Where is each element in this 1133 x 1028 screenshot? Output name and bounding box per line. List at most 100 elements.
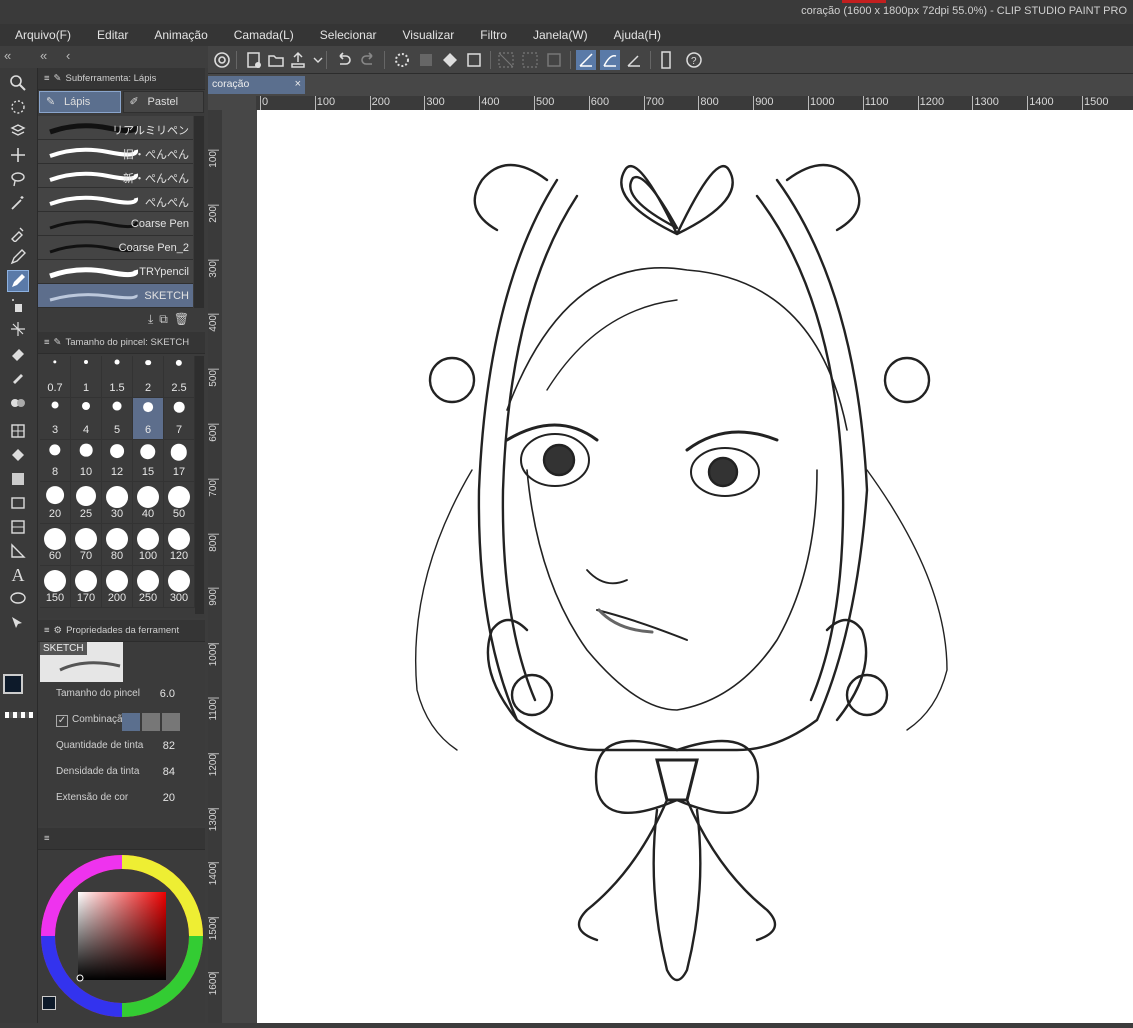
brush-item[interactable]: TRYpencil: [38, 260, 193, 284]
brush-size-option[interactable]: 6: [133, 398, 164, 440]
operation-tool-icon[interactable]: [7, 96, 29, 118]
blend-property[interactable]: ✓ Combinação: [38, 712, 205, 738]
blend-mode-icon[interactable]: [122, 713, 140, 731]
brush-size-option[interactable]: 7: [164, 398, 195, 440]
layer-move-icon[interactable]: [7, 120, 29, 142]
rectangle-icon[interactable]: [7, 492, 29, 514]
snap-ruler-icon[interactable]: [576, 50, 596, 70]
blend-mode-icon[interactable]: [162, 713, 180, 731]
brush-size-option[interactable]: 3: [40, 398, 71, 440]
menu-filtro[interactable]: Filtro: [465, 28, 518, 42]
fill-icon[interactable]: [440, 50, 460, 70]
menu-icon[interactable]: ≡: [44, 73, 50, 84]
text-tool-icon[interactable]: A: [7, 564, 29, 586]
decoration-icon[interactable]: [7, 318, 29, 340]
help-icon[interactable]: ?: [684, 50, 704, 70]
chevron-down-icon[interactable]: [308, 50, 323, 70]
device-icon[interactable]: [656, 50, 676, 70]
menu-icon[interactable]: ≡: [44, 833, 50, 844]
pen-tool-icon[interactable]: [7, 246, 29, 268]
brush-size-option[interactable]: 25: [71, 482, 102, 524]
brush-size-option[interactable]: 60: [40, 524, 71, 566]
close-icon[interactable]: ×: [295, 78, 301, 90]
brush-size-option[interactable]: 20: [40, 482, 71, 524]
menu-camada[interactable]: Camada(L): [219, 28, 305, 42]
menu-visualizar[interactable]: Visualizar: [387, 28, 465, 42]
blend-checkbox[interactable]: ✓: [56, 715, 68, 727]
selection-border-icon[interactable]: [544, 50, 564, 70]
brush-size-option[interactable]: 8: [40, 440, 71, 482]
brush-size-option[interactable]: 2: [133, 356, 164, 398]
brush-size-option[interactable]: 15: [133, 440, 164, 482]
balloon-icon[interactable]: [7, 588, 29, 610]
brush-item-active[interactable]: SKETCH: [38, 284, 193, 308]
brush-size-option[interactable]: 80: [102, 524, 133, 566]
blend-icon[interactable]: [7, 366, 29, 388]
brush-size-option[interactable]: 250: [133, 566, 164, 608]
brush-item[interactable]: Coarse Pen: [38, 212, 193, 236]
zoom-tool-icon[interactable]: [7, 72, 29, 94]
brush-size-option[interactable]: 12: [102, 440, 133, 482]
tab-lapis[interactable]: ✎ Lápis: [39, 91, 121, 113]
transparent-swatch[interactable]: [5, 712, 33, 718]
collapse-left-icon[interactable]: «: [4, 48, 11, 63]
brush-size-option[interactable]: 1.5: [102, 356, 133, 398]
blend-mode-icon[interactable]: [142, 713, 160, 731]
size-scrollbar[interactable]: [195, 356, 204, 614]
brush-size-option[interactable]: 100: [133, 524, 164, 566]
menu-icon[interactable]: ≡: [44, 625, 50, 636]
menu-animacao[interactable]: Animação: [139, 28, 218, 42]
menu-ajuda[interactable]: Ajuda(H): [599, 28, 672, 42]
invert-selection-icon[interactable]: [520, 50, 540, 70]
color-wheel[interactable]: [38, 850, 205, 1022]
brush-size-option[interactable]: 200: [102, 566, 133, 608]
figure-tool-icon[interactable]: [7, 420, 29, 442]
brush-size-option[interactable]: 170: [71, 566, 102, 608]
brush-size-option[interactable]: 2.5: [164, 356, 195, 398]
brush-item[interactable]: リアルミリペン: [38, 116, 193, 140]
main-color-swatch[interactable]: [42, 996, 56, 1010]
open-folder-icon[interactable]: [266, 50, 286, 70]
main-color-swatch[interactable]: [3, 674, 23, 694]
brush-size-option[interactable]: 300: [164, 566, 195, 608]
transform-icon[interactable]: [464, 50, 484, 70]
ink-density-property[interactable]: Densidade da tinta 84: [38, 764, 205, 790]
menu-icon[interactable]: ≡: [44, 337, 50, 348]
brush-item[interactable]: 新・ぺんぺん: [38, 164, 193, 188]
brush-size-option[interactable]: 0.7: [40, 356, 71, 398]
ruler-icon[interactable]: [7, 540, 29, 562]
brush-size-option[interactable]: 4: [71, 398, 102, 440]
tab-pastel[interactable]: ✐ Pastel: [122, 91, 204, 113]
pencil-tool-icon[interactable]: [7, 270, 29, 292]
export-icon[interactable]: [288, 50, 308, 70]
brush-size-option[interactable]: 17: [164, 440, 195, 482]
clip-studio-icon[interactable]: [212, 50, 232, 70]
chevron-left-icon[interactable]: ‹: [66, 48, 70, 63]
lasso-icon[interactable]: [7, 168, 29, 190]
snap-special-ruler-icon[interactable]: [600, 50, 620, 70]
eraser-icon[interactable]: [7, 342, 29, 364]
collapse-panel-icon[interactable]: «: [40, 48, 47, 63]
brush-list-scrollbar[interactable]: [194, 116, 204, 308]
brush-size-option[interactable]: 1: [71, 356, 102, 398]
ink-amount-property[interactable]: Quantidade de tinta 82: [38, 738, 205, 764]
brush-size-option[interactable]: 50: [164, 482, 195, 524]
drawing-canvas[interactable]: [257, 110, 1133, 1023]
deselect-icon[interactable]: [496, 50, 516, 70]
blur-icon[interactable]: [7, 390, 29, 412]
menu-janela[interactable]: Janela(W): [518, 28, 599, 42]
document-tab[interactable]: coração ×: [208, 76, 305, 94]
menu-editar[interactable]: Editar: [82, 28, 139, 42]
brush-item[interactable]: 旧・ぺんぺん: [38, 140, 193, 164]
new-file-icon[interactable]: [244, 50, 264, 70]
menu-arquivo[interactable]: Arquivo(F): [0, 28, 82, 42]
brush-size-option[interactable]: 150: [40, 566, 71, 608]
correct-line-icon[interactable]: [7, 612, 29, 634]
gradient-icon[interactable]: [7, 468, 29, 490]
airbrush-icon[interactable]: [7, 294, 29, 316]
undo-icon[interactable]: [334, 50, 354, 70]
brush-size-option[interactable]: 30: [102, 482, 133, 524]
eyedropper-icon[interactable]: [7, 222, 29, 244]
color-extension-property[interactable]: Extensão de cor 20: [38, 790, 205, 816]
move-tool-icon[interactable]: [7, 144, 29, 166]
